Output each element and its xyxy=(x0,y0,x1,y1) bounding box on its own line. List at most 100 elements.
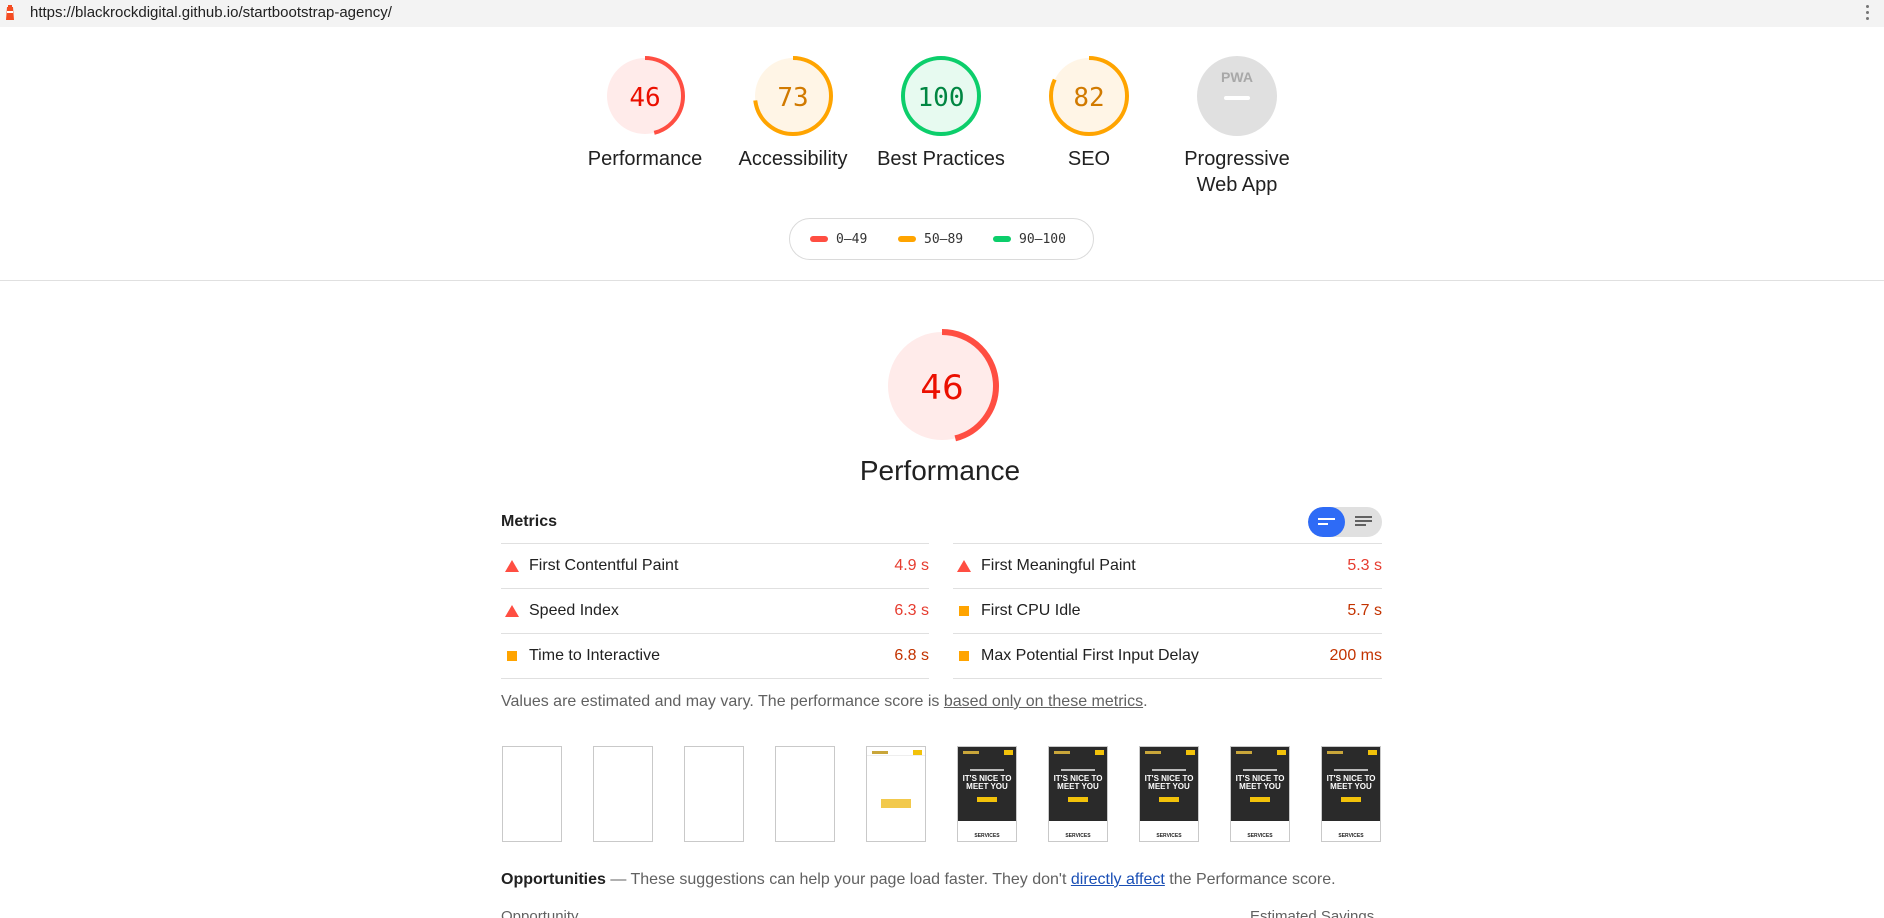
legend-average-text: 50–89 xyxy=(924,232,964,247)
metrics-heading: Metrics xyxy=(501,513,558,530)
fail-triangle-icon xyxy=(505,560,519,572)
pwa-label-line1: Progressive xyxy=(1184,148,1290,170)
metric-value: 5.3 s xyxy=(1347,557,1382,574)
gauge-pwa[interactable]: PWA Progressive Web App xyxy=(1167,54,1307,198)
pwa-badge-icon: PWA xyxy=(1197,56,1277,136)
score-legend: 0–49 50–89 90–100 xyxy=(789,218,1094,260)
savings-column-header: Estimated Savings xyxy=(1250,908,1375,918)
filmstrip-section-text: SERVICES xyxy=(1247,833,1273,839)
accessibility-gauge-ring: 73 xyxy=(753,56,833,136)
fail-triangle-icon xyxy=(957,560,971,572)
legend-fail: 0–49 xyxy=(810,232,867,247)
opportunities-desc: — These suggestions can help your page l… xyxy=(605,871,1071,888)
page-url[interactable]: https://blackrockdigital.github.io/start… xyxy=(30,4,392,21)
performance-big-gauge: 46 xyxy=(885,329,999,443)
gauge-label-accessibility: Accessibility xyxy=(738,148,848,170)
metric-row: First Contentful Paint 4.9 s xyxy=(501,543,929,588)
compact-list-icon xyxy=(1318,518,1335,525)
metric-name: Time to Interactive xyxy=(529,647,661,664)
filmstrip-frame xyxy=(684,746,744,842)
metric-name: First Contentful Paint xyxy=(529,557,679,574)
filmstrip-frame: IT'S NICE TO MEET YOU SERVICES xyxy=(1321,746,1381,842)
filmstrip-frame xyxy=(775,746,835,842)
gauge-label-pwa: Progressive Web App xyxy=(1167,146,1307,198)
svg-text:PWA: PWA xyxy=(1221,69,1253,85)
filmstrip-frame xyxy=(593,746,653,842)
directly-affect-link[interactable]: directly affect xyxy=(1071,871,1165,888)
opportunities-header: Opportunities — These suggestions can he… xyxy=(501,871,1336,889)
metric-value: 200 ms xyxy=(1329,647,1382,664)
filmstrip-section-text: SERVICES xyxy=(1156,833,1182,839)
metric-row: Speed Index 6.3 s xyxy=(501,588,929,633)
best-practices-gauge-ring: 100 xyxy=(901,56,981,136)
gauge-performance[interactable]: 46 Performance xyxy=(577,54,713,172)
section-divider xyxy=(0,280,1884,281)
metric-row: First Meaningful Paint 5.3 s xyxy=(953,543,1382,588)
average-bar-icon xyxy=(898,235,916,242)
legend-average: 50–89 xyxy=(898,232,963,247)
legend-pass-text: 90–100 xyxy=(1019,232,1066,247)
filmstrip-section-text: SERVICES xyxy=(974,833,1000,839)
gauge-label-performance: Performance xyxy=(587,148,703,170)
performance-title: Performance xyxy=(859,455,1021,486)
filmstrip-hero-text: IT'S NICE TO MEET YOU xyxy=(1235,774,1285,791)
filmstrip-frame: IT'S NICE TO MEET YOU SERVICES xyxy=(1230,746,1290,842)
gauge-accessibility[interactable]: 73 Accessibility xyxy=(725,54,861,172)
scoring-link[interactable]: based only on these metrics xyxy=(944,693,1143,710)
seo-score: 82 xyxy=(1073,83,1104,113)
opportunities-desc-suffix: the Performance score. xyxy=(1164,871,1336,888)
filmstrip-hero-text: IT'S NICE TO MEET YOU xyxy=(1326,774,1376,791)
row-divider xyxy=(501,678,929,679)
filmstrip-frame: IT'S NICE TO MEET YOU SERVICES xyxy=(1139,746,1199,842)
filmstrip-section-text: SERVICES xyxy=(1065,833,1091,839)
filmstrip-frame xyxy=(866,746,926,842)
opportunities-title: Opportunities xyxy=(501,871,606,888)
gauge-label-best-practices: Best Practices xyxy=(877,148,1005,170)
filmstrip-hero-text: IT'S NICE TO MEET YOU xyxy=(962,774,1012,791)
note-text: Values are estimated and may vary. The p… xyxy=(501,693,944,710)
metric-value: 4.9 s xyxy=(894,557,929,574)
average-square-icon xyxy=(959,651,969,661)
filmstrip-frame: IT'S NICE TO MEET YOU SERVICES xyxy=(1048,746,1108,842)
gauge-label-seo: SEO xyxy=(1067,148,1111,170)
metric-value: 5.7 s xyxy=(1347,602,1382,619)
metric-value: 6.3 s xyxy=(894,602,929,619)
filmstrip-frame: IT'S NICE TO MEET YOU SERVICES xyxy=(957,746,1017,842)
performance-big-score: 46 xyxy=(920,368,963,408)
note-suffix: . xyxy=(1143,693,1148,710)
filmstrip-frame xyxy=(502,746,562,842)
metric-name: First CPU Idle xyxy=(981,602,1081,619)
expanded-list-icon[interactable] xyxy=(1355,516,1372,528)
best-practices-score: 100 xyxy=(918,83,965,113)
metric-name: Max Potential First Input Delay xyxy=(981,647,1199,664)
metric-row: First CPU Idle 5.7 s xyxy=(953,588,1382,633)
legend-pass: 90–100 xyxy=(993,232,1066,247)
lighthouse-icon xyxy=(6,5,14,20)
performance-score: 46 xyxy=(629,83,660,113)
pass-bar-icon xyxy=(993,235,1011,242)
metrics-note: Values are estimated and may vary. The p… xyxy=(501,693,1148,711)
legend-fail-text: 0–49 xyxy=(836,232,868,247)
metric-name: First Meaningful Paint xyxy=(981,557,1136,574)
gauge-seo[interactable]: 82 SEO xyxy=(1021,54,1157,172)
filmstrip-hero-text: IT'S NICE TO MEET YOU xyxy=(1053,774,1103,791)
filmstrip-section-text: SERVICES xyxy=(1338,833,1364,839)
opportunity-column-header: Opportunity xyxy=(501,908,579,918)
metric-value: 6.8 s xyxy=(894,647,929,664)
row-divider xyxy=(953,678,1382,679)
url-bar: https://blackrockdigital.github.io/start… xyxy=(0,0,1884,27)
pwa-label-line2: Web App xyxy=(1196,174,1278,196)
performance-gauge-ring: 46 xyxy=(605,56,685,136)
average-square-icon xyxy=(507,651,517,661)
average-square-icon xyxy=(959,606,969,616)
gauge-best-practices[interactable]: 100 Best Practices xyxy=(868,54,1014,172)
metric-row: Max Potential First Input Delay 200 ms xyxy=(953,633,1382,678)
metric-row: Time to Interactive 6.8 s xyxy=(501,633,929,678)
fail-bar-icon xyxy=(810,235,828,242)
metric-name: Speed Index xyxy=(529,602,619,619)
metrics-view-toggle[interactable] xyxy=(1308,507,1382,537)
filmstrip-hero-text: IT'S NICE TO MEET YOU xyxy=(1144,774,1194,791)
more-menu-icon[interactable] xyxy=(1866,3,1870,23)
fail-triangle-icon xyxy=(505,605,519,617)
accessibility-score: 73 xyxy=(777,83,808,113)
